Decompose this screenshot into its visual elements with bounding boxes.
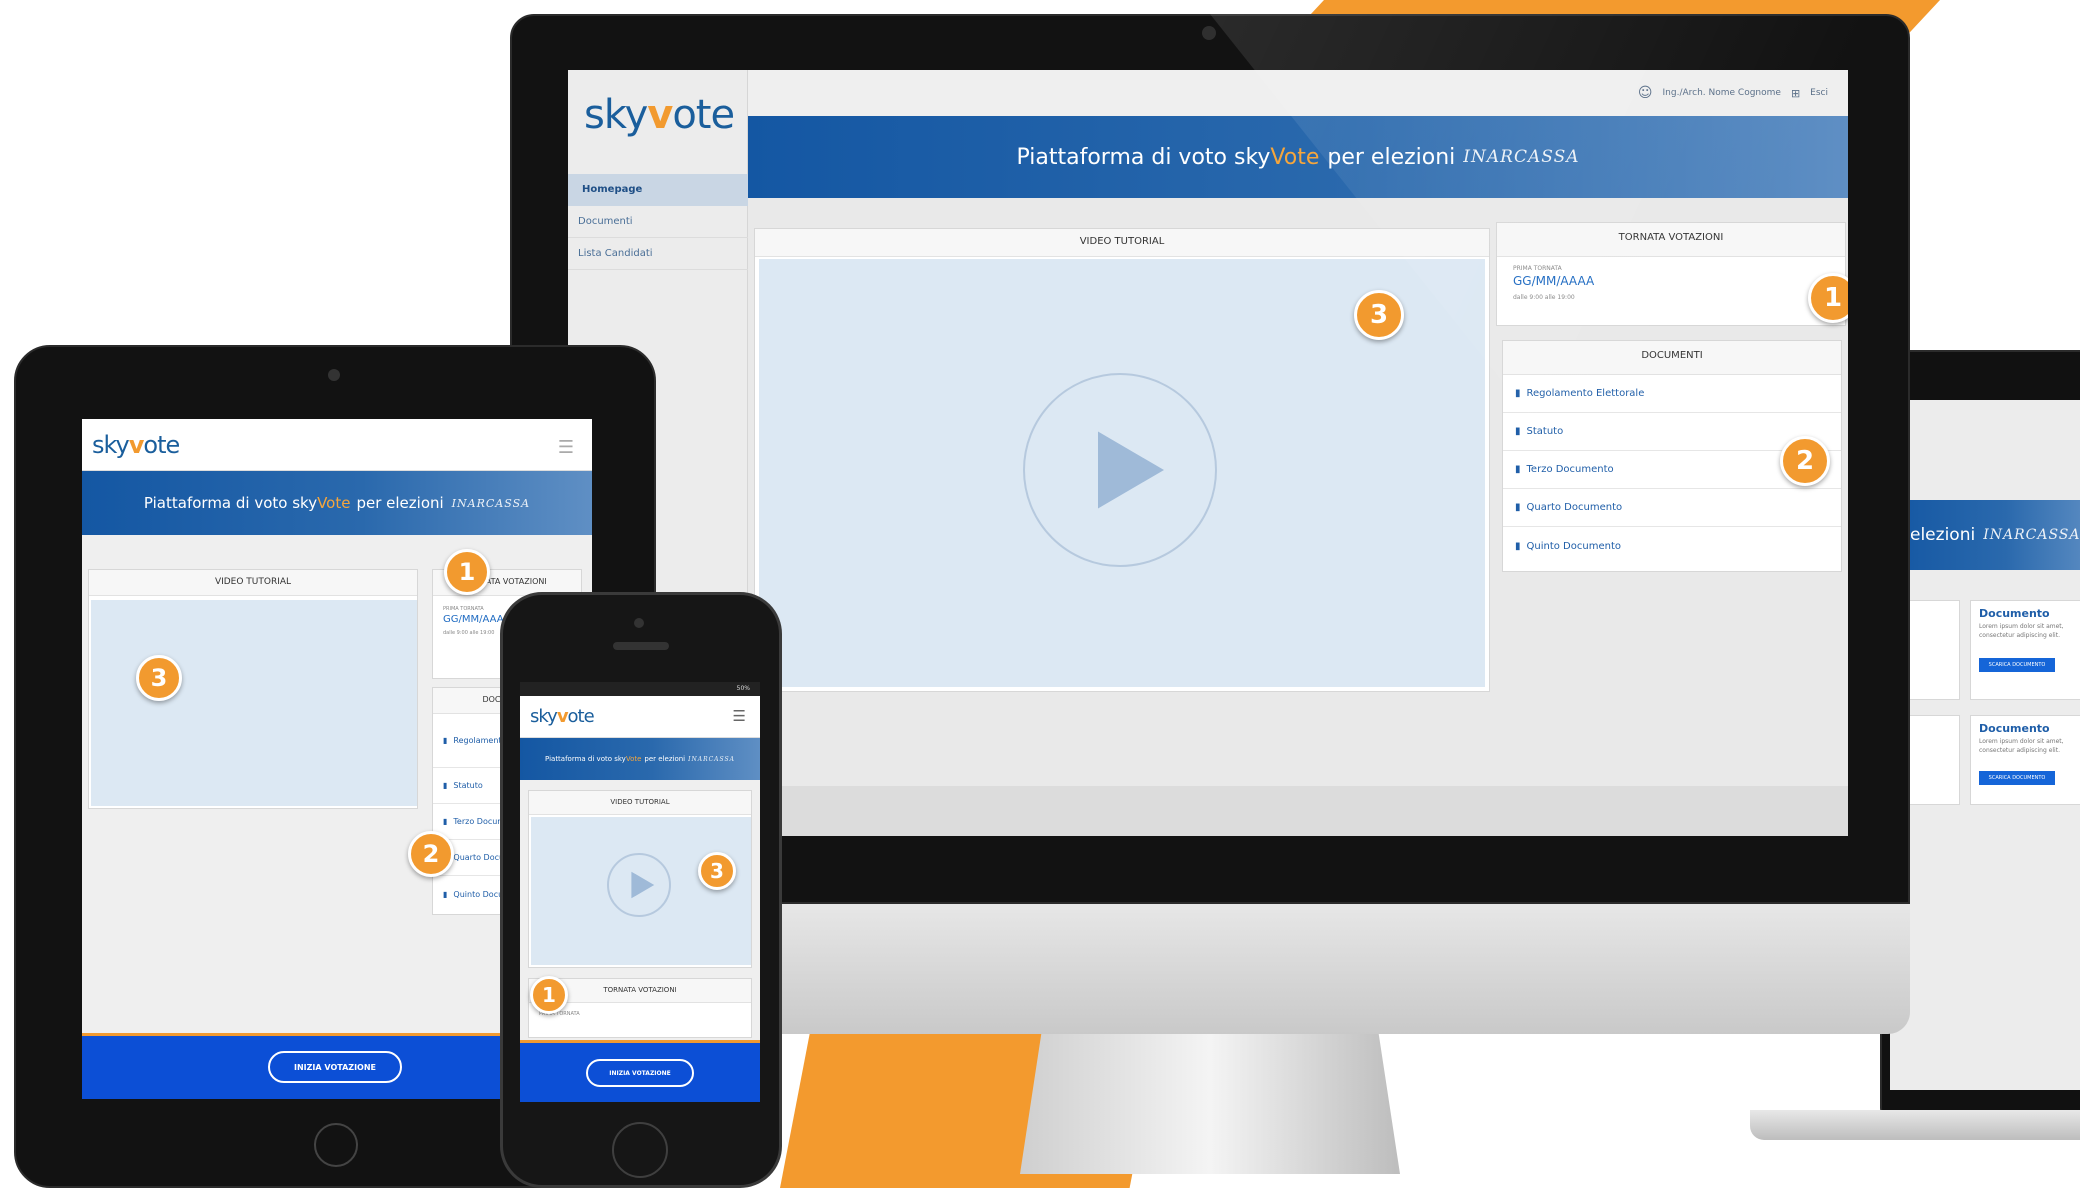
desktop-topbar: ☺ Ing./Arch. Nome Cognome ⊞ Esci [748,70,1848,116]
desktop-logo: skyvote [584,92,735,138]
tablet-camera [328,369,340,381]
phone-video-player[interactable] [531,817,751,965]
desktop-banner: Piattaforma di voto sky Vote per elezion… [748,116,1848,198]
laptop-banner-brand: INARCASSA [1983,527,2080,543]
laptop-card-download-button[interactable]: SCARICA DOCUMENTO [1979,771,2055,785]
phone-video-title: VIDEO TUTORIAL [529,791,751,815]
callout-badge-2: 2 [408,831,454,877]
sidebar-item-lista-candidati[interactable]: Lista Candidati [568,238,748,270]
play-icon[interactable] [607,853,671,917]
play-icon[interactable] [1023,373,1217,567]
document-icon: ▮ [443,736,448,745]
laptop-banner: elezioni INARCASSA [1890,500,2080,570]
sidebar-item-homepage[interactable]: Homepage [568,174,748,206]
desktop-tornata-panel: TORNATA VOTAZIONI PRIMA TORNATA GG/MM/AA… [1496,222,1846,326]
phone-footer: INIZIA VOTAZIONE [520,1040,760,1102]
tablet-home-button[interactable] [314,1123,358,1167]
user-name[interactable]: Ing./Arch. Nome Cognome [1663,88,1781,98]
banner-text-highlight: Vote [317,494,351,512]
laptop-banner-text: elezioni [1910,525,1976,545]
hamburger-menu-icon[interactable]: ☰ [733,707,746,725]
desktop-tornata-title: TORNATA VOTAZIONI [1497,223,1845,257]
document-icon: ▮ [1515,388,1521,399]
tablet-video-panel: VIDEO TUTORIAL [88,569,418,809]
phone-start-voting-button[interactable]: INIZIA VOTAZIONE [586,1059,694,1087]
phone-status-bar: 50% [520,682,760,696]
phone-camera [634,618,644,628]
phone-banner: Piattaforma di voto sky Vote per elezion… [520,738,760,780]
laptop-card-title: Documento [1979,607,2050,620]
document-icon: ▮ [1515,502,1521,513]
hamburger-menu-icon[interactable]: ☰ [558,437,574,458]
desktop-footer-strip [748,786,1848,836]
laptop-card-title: Documento [1979,722,2050,735]
document-icon: ▮ [443,817,448,826]
banner-text-highlight: Vote [625,755,642,763]
document-link[interactable]: ▮Regolamento Elettorale [1503,375,1841,413]
banner-brand: INARCASSA [451,496,531,510]
document-icon: ▮ [1515,426,1521,437]
devices-showcase: elezioni INARCASSA Documento Lorem ipsum… [0,0,2080,1188]
tornata-date: GG/MM/AAAA [1513,274,1595,288]
exit-link[interactable]: Esci [1810,88,1828,98]
phone-home-button[interactable] [612,1122,668,1178]
tablet-start-voting-button[interactable]: INIZIA VOTAZIONE [268,1051,402,1083]
phone-header: skyvote ☰ [520,696,760,738]
phone-speaker [613,642,669,650]
monitor-camera [1202,26,1216,40]
callout-badge-2: 2 [1780,436,1830,486]
desktop-documents-title: DOCUMENTI [1503,341,1841,375]
laptop-screen: elezioni INARCASSA Documento Lorem ipsum… [1890,400,2080,1090]
laptop-card-download-button[interactable]: SCARICA DOCUMENTO [1979,658,2055,672]
banner-text-prefix: Piattaforma di voto sky [143,494,318,512]
callout-badge-1: 1 [530,976,568,1014]
tornata-hours: dalle 9:00 alle 19:00 [1513,294,1575,301]
document-icon: ▮ [1515,464,1521,475]
monitor-stand [1020,1024,1400,1174]
laptop-document-card-1: Documento Lorem ipsum dolor sit amet, co… [1970,600,2080,700]
banner-text-prefix: Piattaforma di voto sky [1016,144,1271,170]
tornata-kicker: PRIMA TORNATA [1513,265,1562,272]
banner-brand: INARCASSA [688,755,735,763]
document-icon: ▮ [443,889,448,899]
laptop-card-text: Lorem ipsum dolor sit amet, consectetur … [1979,738,2064,754]
document-link[interactable]: ▮Quarto Documento [1503,489,1841,527]
document-icon: ▮ [1515,540,1521,552]
document-link[interactable]: ▮ Quinto Documento [1503,527,1841,565]
smartphone: 50% skyvote ☰ Piattaforma di voto sky Vo… [500,592,782,1188]
document-icon: ▮ [443,781,448,790]
laptop: elezioni INARCASSA Documento Lorem ipsum… [1750,350,2080,1150]
tablet-logo: skyvote [92,431,180,459]
banner-brand: INARCASSA [1463,147,1580,167]
tablet-video-title: VIDEO TUTORIAL [89,570,417,596]
callout-badge-1: 1 [444,549,490,595]
callout-badge-3: 3 [1354,290,1404,340]
tablet-banner: Piattaforma di voto sky Vote per elezion… [82,471,592,535]
sidebar-item-documenti[interactable]: Documenti [568,206,748,238]
tablet-header: skyvote ☰ [82,419,592,471]
laptop-card-text: Lorem ipsum dolor sit amet, consectetur … [1979,623,2064,639]
banner-text-suffix: per elezioni [644,755,686,763]
banner-text-suffix: per elezioni [356,494,444,512]
callout-badge-3: 3 [136,655,182,701]
laptop-document-card-2: Documento Lorem ipsum dolor sit amet, co… [1970,715,2080,805]
battery-level: 50% [736,685,750,692]
banner-text-highlight: Vote [1270,144,1320,170]
callout-badge-3: 3 [698,852,736,890]
banner-text-prefix: Piattaforma di voto sky [545,755,626,763]
exit-icon[interactable]: ⊞ [1791,87,1800,100]
banner-text-suffix: per elezioni [1327,144,1456,170]
desktop-video-title: VIDEO TUTORIAL [755,229,1489,257]
user-icon: ☺ [1637,85,1653,101]
phone-screen: 50% skyvote ☰ Piattaforma di voto sky Vo… [520,682,760,1102]
tablet-video-player[interactable] [91,600,417,806]
phone-logo: skyvote [530,706,595,727]
